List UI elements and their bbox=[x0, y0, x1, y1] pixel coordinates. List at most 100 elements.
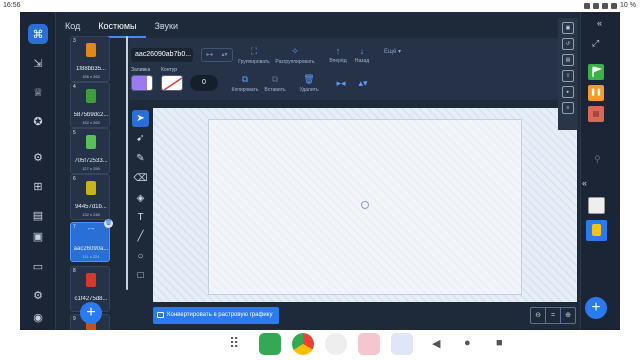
ungroup-icon: ✧ bbox=[291, 46, 299, 56]
pause-button[interactable]: ❚❚ bbox=[588, 85, 604, 101]
costume-thumbnail bbox=[86, 273, 96, 287]
sprite-thumbnail[interactable] bbox=[588, 197, 605, 214]
copy-button[interactable]: ⧉ Копировать bbox=[230, 74, 260, 93]
logo-icon[interactable]: ⌘ bbox=[28, 24, 48, 44]
costume-size: 127 x 259 bbox=[82, 166, 100, 171]
flip-h-button[interactable]: ▸◂ bbox=[334, 78, 348, 91]
reshape-tool-icon[interactable]: ➹ bbox=[132, 130, 149, 147]
costume-item[interactable]: 6 94457d1b... 132 x 248 bbox=[70, 174, 110, 220]
paste-button[interactable]: ⧉ Вставить bbox=[262, 74, 288, 93]
group-button[interactable]: ⛶ Группировать bbox=[237, 46, 271, 65]
tab-costumes[interactable]: Костюмы bbox=[89, 16, 146, 38]
discord-icon[interactable]: ◉ bbox=[28, 307, 48, 327]
flip-v-button[interactable]: ▴▾ bbox=[356, 78, 370, 91]
costume-thumbnail bbox=[86, 135, 96, 149]
brush-tool-icon[interactable]: ✎ bbox=[132, 150, 149, 167]
status-bar: 16:56 10 % bbox=[0, 0, 640, 12]
delete-button[interactable]: 🗑 Удалить bbox=[296, 74, 322, 93]
costume-item[interactable]: 5 705f72533... 127 x 259 bbox=[70, 128, 110, 174]
robot-icon[interactable]: ⚙ bbox=[28, 147, 48, 167]
side-toolbar: ▣ ↺ ▤ ⇪ ▸ ≡ bbox=[558, 18, 578, 130]
costume-number: 7 bbox=[73, 224, 76, 230]
zoom-reset-icon[interactable]: = bbox=[546, 308, 561, 323]
costume-size: 156 x 263 bbox=[82, 74, 100, 79]
costume-name: 5875b9dc2... bbox=[73, 112, 109, 118]
apps-grid-icon[interactable]: ⠿ bbox=[229, 335, 239, 352]
app-icon[interactable] bbox=[358, 333, 380, 355]
rectangle-tool-icon[interactable]: □ bbox=[132, 267, 149, 284]
delete-costume-icon[interactable]: 🗑 bbox=[104, 219, 113, 228]
flip-horizontal-icon: ▸◂ bbox=[336, 78, 346, 88]
convert-to-bitmap-button[interactable]: Конвертировать в растровую графику bbox=[153, 307, 279, 324]
add-sprite-button[interactable]: + bbox=[585, 297, 607, 319]
folder-icon[interactable]: ▭ bbox=[28, 256, 48, 276]
costume-item[interactable]: 3 1f88bb35... 156 x 263 bbox=[70, 36, 110, 82]
more-label: Ещё bbox=[384, 49, 397, 55]
sprite-thumbnail-selected[interactable] bbox=[586, 220, 607, 241]
zoom-out-icon[interactable]: ⊖ bbox=[531, 308, 546, 323]
eraser-tool-icon[interactable]: ⌫ bbox=[132, 170, 149, 187]
tab-code[interactable]: Код bbox=[56, 16, 89, 38]
app-icon[interactable] bbox=[391, 333, 413, 355]
costume-name-field[interactable]: aac26090ab7b0... bbox=[131, 48, 193, 62]
zoom-in-icon[interactable]: ⊕ bbox=[561, 308, 575, 323]
chrome-app-icon[interactable] bbox=[292, 333, 314, 355]
import-icon[interactable]: ⇲ bbox=[28, 53, 48, 73]
fill-tool-icon[interactable]: ◈ bbox=[132, 190, 149, 207]
battery-icon bbox=[611, 2, 618, 9]
costume-number: 8 bbox=[73, 268, 76, 274]
add-costume-button[interactable]: + bbox=[80, 302, 102, 324]
center-crosshair-icon bbox=[361, 201, 369, 209]
outline-color-swatch[interactable] bbox=[161, 75, 183, 91]
terminal-icon[interactable]: ▸ bbox=[562, 86, 574, 98]
line-tool-icon[interactable]: ╱ bbox=[132, 228, 149, 245]
phone-app-icon[interactable] bbox=[259, 333, 281, 355]
document-icon[interactable]: ≡ bbox=[562, 102, 574, 114]
stop-button[interactable] bbox=[588, 106, 604, 122]
left-rail: ⌘ ⇲ ♕ ✪ ⚙ ⊞ ▤ ▣ ▭ ⚙ ◉ bbox=[20, 12, 56, 330]
debug-icon[interactable]: ⚲ bbox=[594, 154, 601, 165]
collapse-icon[interactable]: « bbox=[597, 18, 602, 28]
sprite-panel-collapse-icon[interactable]: « bbox=[582, 178, 618, 192]
costume-number: 9 bbox=[73, 316, 76, 322]
flip-buttons: ▸◂ ▴▾ bbox=[201, 48, 233, 62]
green-flag-button[interactable] bbox=[588, 64, 604, 80]
costume-scrollbar[interactable] bbox=[126, 36, 128, 290]
flip-vertical-icon: ▴▾ bbox=[358, 78, 368, 88]
battery-level: 10 % bbox=[620, 2, 636, 9]
editor-tabs: Код Костюмы Звуки bbox=[56, 16, 187, 38]
backward-button[interactable]: ↓ Назад bbox=[350, 46, 374, 64]
forward-button[interactable]: ↑ Вперёд bbox=[326, 46, 350, 64]
tab-sounds[interactable]: Звуки bbox=[146, 16, 187, 38]
costume-number: 3 bbox=[73, 38, 76, 44]
text-tool-icon[interactable]: T bbox=[132, 209, 149, 226]
costume-item-selected[interactable]: 7 ⌐¬ aac26090a... 111 x 224 🗑 bbox=[70, 219, 113, 262]
select-tool-icon[interactable]: ➤ bbox=[132, 110, 149, 127]
paste-label: Вставить bbox=[264, 87, 286, 93]
export-icon[interactable]: ⇪ bbox=[562, 70, 574, 82]
history-icon[interactable]: ↺ bbox=[562, 38, 574, 50]
book-icon[interactable]: ▤ bbox=[28, 205, 48, 225]
back-icon[interactable]: ◀ bbox=[432, 337, 440, 350]
outline-label: Контур bbox=[161, 67, 178, 73]
ungroup-button[interactable]: ✧ Разгруппировать bbox=[272, 46, 318, 65]
more-dropdown[interactable]: Ещё ▾ bbox=[384, 48, 401, 55]
print-icon[interactable]: ▤ bbox=[562, 54, 574, 66]
home-icon[interactable]: ● bbox=[464, 337, 471, 349]
save-icon[interactable]: ▣ bbox=[562, 22, 574, 34]
flip-vertical-icon[interactable]: ▴▾ bbox=[217, 49, 232, 61]
recents-icon[interactable]: ■ bbox=[496, 337, 503, 349]
costume-item[interactable]: 4 5875b9dc2... 152 x 263 bbox=[70, 82, 110, 128]
flip-horizontal-icon[interactable]: ▸◂ bbox=[202, 49, 217, 61]
tool-palette: ➤ ➹ ✎ ⌫ ◈ T ╱ ○ □ bbox=[130, 106, 152, 306]
medal-icon[interactable]: ✪ bbox=[28, 111, 48, 131]
stroke-width-input[interactable]: 0 bbox=[190, 75, 218, 91]
fill-color-swatch[interactable] bbox=[131, 75, 153, 91]
trophy-icon[interactable]: ♕ bbox=[28, 82, 48, 102]
settings-icon[interactable]: ⚙ bbox=[28, 285, 48, 305]
app-icon[interactable] bbox=[325, 333, 347, 355]
device-icon[interactable]: ▣ bbox=[28, 226, 48, 246]
add-image-icon[interactable]: ⊞ bbox=[28, 176, 48, 196]
circle-tool-icon[interactable]: ○ bbox=[132, 248, 149, 265]
fullscreen-icon[interactable]: ⤢ bbox=[592, 38, 599, 49]
